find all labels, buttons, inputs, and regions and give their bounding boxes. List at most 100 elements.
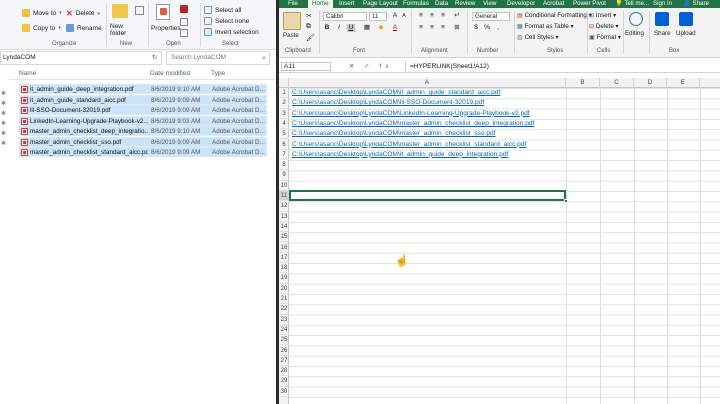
row-header[interactable]: 5 — [279, 129, 289, 140]
paste-icon[interactable] — [283, 12, 301, 30]
nav-pin-icon[interactable]: ✱ — [1, 140, 6, 147]
delete-cells-button[interactable]: ⊟ Delete ▾ — [589, 23, 619, 30]
paste-button[interactable]: Paste — [283, 32, 299, 39]
acrobat-icon[interactable] — [180, 5, 188, 13]
conditional-formatting-button[interactable]: ▤ Conditional Formatting ▾ — [517, 12, 592, 19]
column-header-b[interactable]: B — [566, 78, 600, 88]
wrap-text-icon[interactable]: ↵ — [453, 12, 461, 20]
row-header[interactable]: 30 — [279, 387, 289, 397]
column-header-d[interactable]: D — [634, 78, 667, 88]
row-header[interactable]: 27 — [279, 356, 289, 367]
row-header[interactable]: 19 — [279, 273, 289, 284]
column-header-e[interactable]: E — [667, 78, 700, 88]
copy-to-button[interactable]: Copy to ▾ — [22, 24, 61, 32]
hyperlink-cell[interactable]: C:\Users\asanc\Desktop\LyndaCOM\master_a… — [292, 130, 496, 137]
row-header[interactable]: 4 — [279, 119, 289, 130]
tab-home[interactable]: Home — [308, 0, 333, 8]
row-header[interactable]: 3 — [279, 109, 289, 119]
format-painter-icon[interactable]: 🖌 — [306, 34, 315, 42]
underline-icon[interactable]: U — [347, 24, 355, 32]
file-row[interactable]: lil-SSO-Document-32019.pdf 8/6/2019 9:09… — [19, 105, 267, 115]
format-as-table-button[interactable]: ▦ Format as Table ▾ — [517, 23, 574, 30]
name-box[interactable]: A11 — [281, 62, 331, 71]
delete-button[interactable]: ✕ Delete ▾ — [66, 9, 100, 18]
select-none-button[interactable]: Select none — [204, 17, 249, 25]
date-column-header[interactable]: Date modified — [150, 70, 190, 77]
fill-handle[interactable] — [564, 199, 568, 203]
align-right-icon[interactable]: ≡ — [439, 24, 447, 32]
tab-power-pivot[interactable]: Power Pivot — [573, 0, 606, 8]
history-icon[interactable] — [180, 29, 188, 37]
italic-icon[interactable]: I — [335, 24, 343, 32]
invert-selection-button[interactable]: Invert selection — [204, 28, 259, 36]
formula-input[interactable]: =HYPERLINK(Sheet1!A12) — [405, 62, 713, 71]
row-header[interactable]: 10 — [279, 181, 289, 191]
name-column-header[interactable]: Name — [19, 70, 36, 77]
comma-style-icon[interactable]: , — [494, 24, 502, 32]
tab-page-layout[interactable]: Page Layout — [363, 0, 398, 8]
row-header[interactable]: 9 — [279, 170, 289, 181]
hyperlink-cell[interactable]: C:\Users\asanc\Desktop\LyndaCOM\it_admin… — [292, 89, 500, 96]
format-cells-button[interactable]: ▣ Format ▾ — [589, 34, 621, 41]
number-format-select[interactable]: General — [472, 12, 510, 21]
hyperlink-cell[interactable]: C:\Users\asanc\Desktop\LyndaCOM\LinkedIn… — [292, 110, 530, 117]
active-cell-a11[interactable] — [289, 190, 566, 201]
move-to-button[interactable]: Move to ▾ — [22, 9, 62, 17]
hyperlink-cell[interactable]: C:\Users\asanc\Desktop\LyndaCOM\lil-SSO-… — [292, 99, 484, 106]
row-header[interactable]: 24 — [279, 325, 289, 336]
align-middle-icon[interactable]: ≡ — [428, 12, 436, 20]
tab-review[interactable]: Review — [455, 0, 475, 8]
rename-button[interactable]: Rename — [66, 24, 102, 32]
cell-styles-button[interactable]: ▨ Cell Styles ▾ — [517, 34, 559, 41]
column-header-a[interactable]: A — [289, 78, 566, 88]
file-row[interactable]: LinkedIn-Learning-Upgrade-Playbook-v2...… — [19, 116, 267, 126]
row-header[interactable]: 18 — [279, 263, 289, 274]
insert-cells-button[interactable]: ⊞ Insert ▾ — [589, 12, 616, 19]
tab-acrobat[interactable]: Acrobat — [543, 0, 564, 8]
row-header[interactable]: 22 — [279, 304, 289, 315]
row-header[interactable]: 12 — [279, 201, 289, 212]
shrink-font-icon[interactable]: A — [400, 12, 408, 20]
select-all-corner[interactable] — [279, 78, 289, 88]
row-header[interactable]: 28 — [279, 366, 289, 377]
row-header[interactable]: 17 — [279, 253, 289, 264]
row-header[interactable]: 15 — [279, 232, 289, 243]
fill-color-icon[interactable]: ◆ — [377, 24, 385, 32]
row-header[interactable]: 13 — [279, 212, 289, 222]
row-header[interactable]: 11 — [279, 191, 289, 202]
hyperlink-cell[interactable]: C:\Users\asanc\Desktop\LyndaCOM\it_admin… — [292, 151, 508, 158]
align-center-icon[interactable]: ≡ — [428, 24, 436, 32]
address-bar[interactable]: LyndaCOM — [0, 51, 162, 65]
box-upload-icon[interactable] — [679, 12, 693, 26]
percent-style-icon[interactable]: % — [483, 24, 491, 32]
align-top-icon[interactable]: ≡ — [417, 12, 425, 20]
accounting-format-icon[interactable]: $ — [472, 24, 480, 32]
file-row[interactable]: it_admin_guide_deep_integration.pdf 8/6/… — [19, 84, 267, 94]
formula-tools[interactable]: ✕ ✓ fx — [349, 62, 393, 70]
tab-file[interactable]: File — [288, 0, 298, 8]
tab-view[interactable]: View — [483, 0, 496, 8]
column-header-c[interactable]: C — [600, 78, 634, 88]
properties-button[interactable]: Properties — [151, 25, 181, 32]
tab-insert[interactable]: Insert — [339, 0, 354, 8]
box-share-icon[interactable] — [655, 12, 669, 26]
hyperlink-cell[interactable]: C:\Users\asanc\Desktop\LyndaCOM\master_a… — [292, 120, 534, 127]
find-select-icon[interactable] — [629, 12, 643, 26]
row-header[interactable]: 2 — [279, 98, 289, 109]
row-header[interactable]: 29 — [279, 376, 289, 387]
row-header[interactable]: 25 — [279, 335, 289, 346]
grow-font-icon[interactable]: A — [391, 12, 399, 20]
bold-icon[interactable]: B — [323, 24, 331, 32]
tell-me-search[interactable]: 💡 Tell me... — [615, 0, 649, 8]
box-share-button[interactable]: Share — [654, 30, 671, 37]
row-header[interactable]: 20 — [279, 284, 289, 294]
tab-formulas[interactable]: Formulas — [403, 0, 429, 8]
editing-button[interactable]: Editing — [625, 30, 644, 37]
nav-pin-icon[interactable]: ✱ — [1, 130, 6, 137]
font-name-select[interactable]: Calibri — [323, 12, 367, 21]
merge-center-icon[interactable]: ⊞ — [453, 24, 461, 32]
font-color-icon[interactable]: A — [391, 24, 399, 32]
row-header[interactable]: 26 — [279, 346, 289, 356]
align-bottom-icon[interactable]: ≡ — [439, 12, 447, 20]
file-row[interactable]: master_admin_checklist_sso.pdf 8/6/2019 … — [19, 137, 267, 147]
